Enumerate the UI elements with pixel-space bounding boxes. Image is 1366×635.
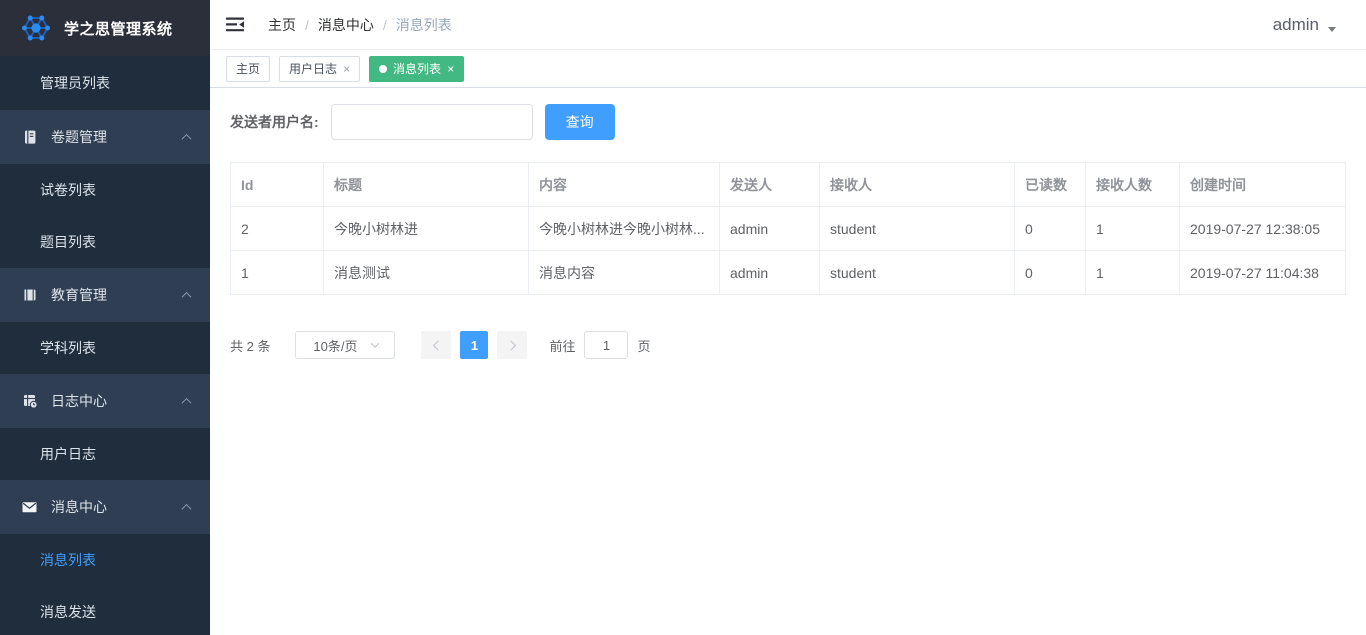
next-page-button[interactable] [497, 331, 527, 359]
breadcrumb-separator: / [305, 17, 309, 33]
breadcrumb-current: 消息列表 [396, 15, 452, 35]
cell-receiver: student [820, 207, 1015, 251]
col-receiver: 接收人 [820, 163, 1015, 207]
pagination: 共 2 条 10条/页 1 前往 页 [230, 331, 1346, 359]
chevron-up-icon [182, 397, 192, 407]
log-clock-icon [21, 393, 38, 410]
sidebar-item-question-list[interactable]: 题目列表 [0, 216, 210, 268]
total-count-label: 共 2 条 [230, 336, 270, 355]
page-size-select[interactable]: 10条/页 [295, 331, 395, 359]
molecule-hexagon-icon [20, 12, 52, 44]
cell-content: 今晚小树林进今晚小树林... [529, 207, 720, 251]
cell-create-time: 2019-07-27 12:38:05 [1180, 207, 1346, 251]
sidebar-item-admin-list[interactable]: 管理员列表 [0, 56, 210, 110]
col-read-count: 已读数 [1015, 163, 1086, 207]
sender-username-label: 发送者用户名: [230, 112, 319, 132]
cell-id: 1 [231, 251, 324, 295]
goto-label: 前往 [549, 336, 575, 355]
cell-read-count: 0 [1015, 251, 1086, 295]
chevron-right-icon [506, 340, 516, 350]
caret-down-icon [1328, 27, 1336, 32]
notebook-icon [21, 129, 38, 146]
cell-receiver-count: 1 [1086, 207, 1180, 251]
breadcrumb-home[interactable]: 主页 [268, 15, 296, 35]
breadcrumb-separator: / [383, 17, 387, 33]
goto-page-input[interactable] [584, 331, 628, 359]
sidebar-group-message-center[interactable]: 消息中心 [0, 480, 210, 534]
col-create-time: 创建时间 [1180, 163, 1346, 207]
sidebar-item-paper-list[interactable]: 试卷列表 [0, 164, 210, 216]
search-form: 发送者用户名: 查询 [230, 104, 1346, 140]
messages-table: Id 标题 内容 发送人 接收人 已读数 接收人数 创建时间 2 今晚小树林进 [230, 162, 1346, 295]
breadcrumb: 主页 / 消息中心 / 消息列表 [268, 15, 452, 35]
app-logo: 学之思管理系统 [0, 0, 210, 56]
cell-receiver-count: 1 [1086, 251, 1180, 295]
sidebar: 学之思管理系统 管理员列表 卷题管理 试卷列表 [0, 0, 210, 635]
chevron-left-icon [433, 340, 443, 350]
tab-user-log[interactable]: 用户日志 × [279, 56, 360, 82]
user-menu[interactable]: admin [1273, 15, 1336, 35]
tab-message-list[interactable]: 消息列表 × [369, 56, 464, 82]
col-title: 标题 [324, 163, 529, 207]
table-row: 2 今晚小树林进 今晚小树林进今晚小树林... admin student 0 … [231, 207, 1346, 251]
cell-read-count: 0 [1015, 207, 1086, 251]
cell-create-time: 2019-07-27 11:04:38 [1180, 251, 1346, 295]
sidebar-item-user-log[interactable]: 用户日志 [0, 428, 210, 480]
page-content: 发送者用户名: 查询 Id 标题 内容 发送人 接收人 已读数 [210, 88, 1366, 359]
chevron-up-icon [182, 291, 192, 301]
close-icon[interactable]: × [343, 63, 350, 75]
sidebar-group-log-center[interactable]: 日志中心 [0, 374, 210, 428]
topbar: 主页 / 消息中心 / 消息列表 admin [210, 0, 1366, 50]
sidebar-item-message-list[interactable]: 消息列表 [0, 534, 210, 586]
sidebar-item-message-send[interactable]: 消息发送 [0, 586, 210, 635]
col-receiver-count: 接收人数 [1086, 163, 1180, 207]
cell-receiver: student [820, 251, 1015, 295]
tab-home[interactable]: 主页 [226, 56, 270, 82]
envelope-icon [21, 499, 38, 516]
username-label: admin [1273, 15, 1319, 35]
chevron-down-icon [370, 339, 378, 347]
chevron-up-icon [182, 503, 192, 513]
query-button[interactable]: 查询 [545, 104, 615, 140]
table-row: 1 消息测试 消息内容 admin student 0 1 2019-07-27… [231, 251, 1346, 295]
sidebar-group-education-mgmt[interactable]: 教育管理 [0, 268, 210, 322]
main-area: 主页 / 消息中心 / 消息列表 admin 主页 用户日志 × 消息列表 [210, 0, 1366, 635]
table-header: Id 标题 内容 发送人 接收人 已读数 接收人数 创建时间 [231, 163, 1346, 207]
page-number-button[interactable]: 1 [460, 331, 488, 359]
sender-username-input[interactable] [331, 104, 533, 140]
book-icon [21, 287, 38, 304]
breadcrumb-message-center[interactable]: 消息中心 [318, 15, 374, 35]
col-content: 内容 [529, 163, 720, 207]
cell-sender: admin [720, 251, 820, 295]
cell-title: 消息测试 [324, 251, 529, 295]
tabs-bar: 主页 用户日志 × 消息列表 × [210, 50, 1366, 88]
app-root: 学之思管理系统 管理员列表 卷题管理 试卷列表 [0, 0, 1366, 635]
sidebar-group-exam-mgmt[interactable]: 卷题管理 [0, 110, 210, 164]
cell-content: 消息内容 [529, 251, 720, 295]
chevron-up-icon [182, 133, 192, 143]
sidebar-menu: 管理员列表 卷题管理 试卷列表 题目列表 [0, 56, 210, 635]
cell-title: 今晚小树林进 [324, 207, 529, 251]
col-id: Id [231, 163, 324, 207]
active-tab-dot-icon [379, 65, 387, 73]
col-sender: 发送人 [720, 163, 820, 207]
sidebar-item-subject-list[interactable]: 学科列表 [0, 322, 210, 374]
close-icon[interactable]: × [447, 63, 454, 75]
page-unit-label: 页 [637, 336, 650, 355]
cell-sender: admin [720, 207, 820, 251]
cell-id: 2 [231, 207, 324, 251]
prev-page-button[interactable] [421, 331, 451, 359]
collapse-sidebar-icon[interactable] [226, 17, 246, 32]
app-title: 学之思管理系统 [64, 18, 173, 39]
